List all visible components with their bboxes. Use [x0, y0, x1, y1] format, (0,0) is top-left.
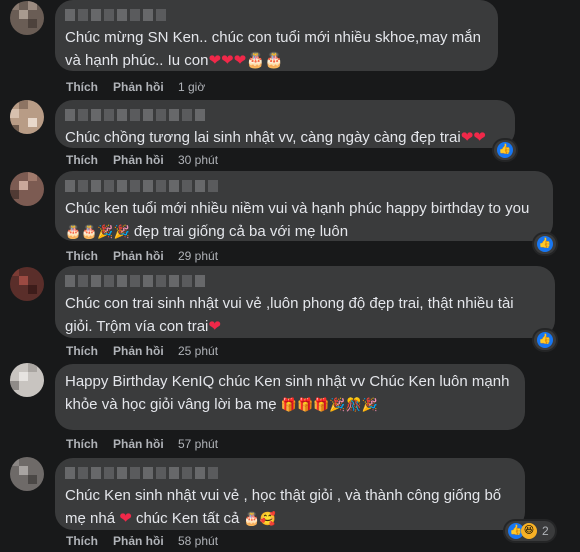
comment-actions: Thích Phản hồi 25 phút: [66, 344, 218, 358]
comment-text: Chúc Ken sinh nhật vui vẻ , học thật giỏ…: [65, 487, 502, 527]
comment-actions: Thích Phản hồi 30 phút: [66, 153, 218, 167]
emoji: 🎁🎁🎁🎉🎊🎉: [280, 398, 378, 413]
avatar[interactable]: [10, 457, 44, 491]
like-button[interactable]: Thích: [66, 153, 113, 167]
reply-button[interactable]: Phản hồi: [113, 80, 178, 94]
emoji: ❤: [119, 509, 132, 527]
reaction-summary[interactable]: 👍: [534, 234, 556, 254]
commenter-name-blurred[interactable]: [65, 180, 541, 192]
like-button[interactable]: Thích: [66, 437, 113, 451]
emoji: ❤❤: [460, 128, 486, 146]
reply-button[interactable]: Phản hồi: [113, 249, 178, 263]
avatar[interactable]: [10, 267, 44, 301]
reaction-summary[interactable]: 👍: [534, 330, 556, 350]
commenter-name-blurred[interactable]: [65, 275, 543, 287]
timestamp[interactable]: 25 phút: [178, 344, 218, 358]
timestamp[interactable]: 1 giờ: [178, 80, 205, 94]
reaction-summary[interactable]: 👍: [494, 140, 516, 160]
comment-actions: Thích Phản hồi 57 phút: [66, 437, 218, 451]
reaction-count: 2: [542, 524, 549, 538]
comment-text: Chúc con trai sinh nhật vui vẻ ,luôn pho…: [65, 295, 514, 335]
comment-bubble: Chúc ken tuổi mới nhiều niềm vui và hạnh…: [55, 171, 553, 241]
commenter-name-blurred[interactable]: [65, 109, 503, 121]
timestamp[interactable]: 29 phút: [178, 249, 218, 263]
comment-text: Chúc mừng SN Ken.. chúc con tuổi mới nhi…: [65, 29, 481, 69]
timestamp[interactable]: 30 phút: [178, 153, 218, 167]
haha-reaction-icon: 😆: [521, 523, 537, 539]
timestamp[interactable]: 57 phút: [178, 437, 218, 451]
comment-bubble: Chúc Ken sinh nhật vui vẻ , học thật giỏ…: [55, 458, 525, 530]
reply-button[interactable]: Phản hồi: [113, 534, 178, 548]
like-button[interactable]: Thích: [66, 534, 113, 548]
reply-button[interactable]: Phản hồi: [113, 437, 178, 451]
comment-text: Chúc chồng tương lai sinh nhật vv, càng …: [65, 128, 486, 146]
comment-text: Happy Birthday KenIQ chúc Ken sinh nhật …: [65, 373, 510, 413]
like-button[interactable]: Thích: [66, 344, 113, 358]
like-button[interactable]: Thích: [66, 249, 113, 263]
comment-actions: Thích Phản hồi 1 giờ: [66, 80, 205, 94]
emoji: ❤: [208, 317, 221, 335]
emoji: ❤❤❤🎂🎂: [208, 51, 284, 69]
like-reaction-icon: 👍: [497, 142, 513, 158]
like-button[interactable]: Thích: [66, 80, 113, 94]
timestamp[interactable]: 58 phút: [178, 534, 218, 548]
avatar[interactable]: [10, 172, 44, 206]
comment-bubble: Chúc chồng tương lai sinh nhật vv, càng …: [55, 100, 515, 148]
comment-bubble: Happy Birthday KenIQ chúc Ken sinh nhật …: [55, 364, 525, 430]
reply-button[interactable]: Phản hồi: [113, 153, 178, 167]
like-reaction-icon: 👍: [537, 236, 553, 252]
commenter-name-blurred[interactable]: [65, 467, 513, 479]
reply-button[interactable]: Phản hồi: [113, 344, 178, 358]
reaction-summary[interactable]: 👍 😆 2: [505, 521, 555, 541]
comment-bubble: Chúc con trai sinh nhật vui vẻ ,luôn pho…: [55, 266, 555, 338]
like-reaction-icon: 👍: [537, 332, 553, 348]
comment-actions: Thích Phản hồi 58 phút: [66, 534, 218, 548]
comment-actions: Thích Phản hồi 29 phút: [66, 249, 218, 263]
avatar[interactable]: [10, 100, 44, 134]
comment-text: Chúc ken tuổi mới nhiều niềm vui và hạnh…: [65, 200, 530, 240]
comment-bubble: Chúc mừng SN Ken.. chúc con tuổi mới nhi…: [55, 0, 498, 71]
avatar[interactable]: [10, 363, 44, 397]
avatar[interactable]: [10, 1, 44, 35]
emoji: 🎂🎂🎉🎉: [65, 225, 130, 240]
commenter-name-blurred[interactable]: [65, 9, 486, 21]
emoji: 🎂🥰: [243, 512, 276, 527]
